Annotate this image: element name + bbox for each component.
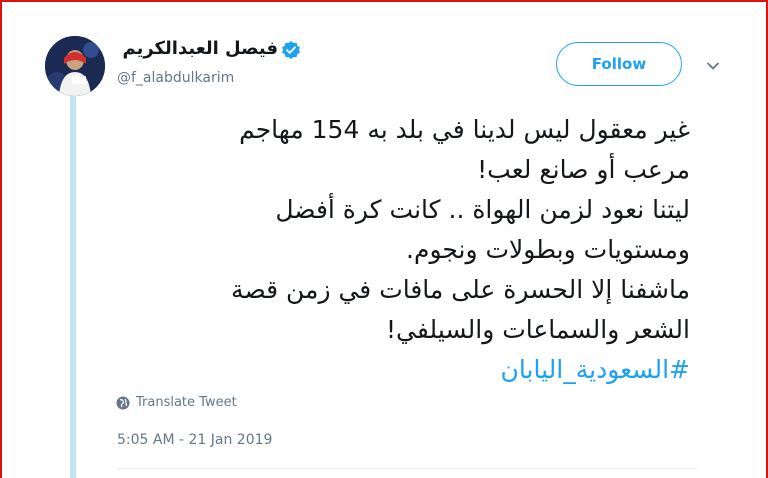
profile-photo-icon [45,36,105,96]
tweet-line: ومستويات وبطولات ونجوم. [406,235,690,264]
verified-badge-icon [282,41,300,59]
display-name[interactable]: فيصل العبدالكريم [122,38,278,59]
follow-button[interactable]: Follow [556,42,682,86]
divider [117,468,697,469]
hashtag-link[interactable]: #السعودية_اليابان [110,350,690,390]
avatar[interactable] [45,36,105,96]
tweet-line: غير معقول ليس لدينا في بلد به 154 مهاجم [239,115,690,144]
tweet-line: ماشفنا إلا الحسرة على مافات في زمن قصة [231,275,690,304]
globe-icon [116,396,130,409]
tweet-timestamp[interactable]: 5:05 AM - 21 Jan 2019 [117,432,272,448]
tweet-line: الشعر والسماعات والسيلفي! [386,315,690,344]
tweet-line: مرعب أو صانع لعب! [477,155,690,184]
tweet-text: غير معقول ليس لدينا في بلد به 154 مهاجم … [110,110,690,390]
tweet-line: ليتنا نعود لزمن الهواة .. كانت كرة أفضل [275,195,690,224]
chevron-down-icon[interactable] [705,58,721,74]
translate-tweet-link[interactable]: Translate Tweet [116,395,237,410]
thread-connector-line [70,96,76,478]
user-handle[interactable]: @f_alabdulkarim [117,70,234,86]
translate-label: Translate Tweet [136,395,237,410]
